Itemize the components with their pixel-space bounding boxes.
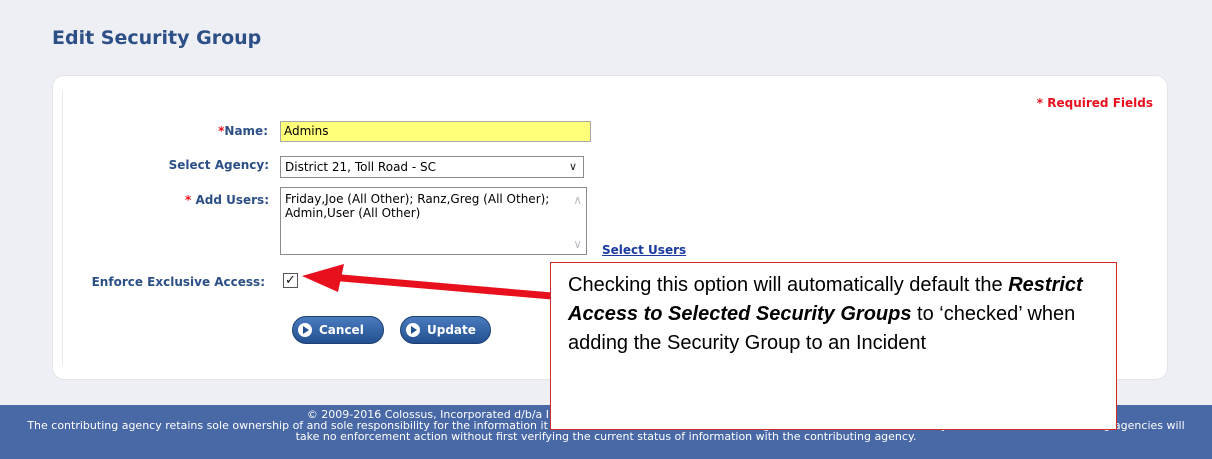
exclusive-access-checkbox[interactable]: ✓ <box>283 273 298 288</box>
page-title: Edit Security Group <box>52 27 262 49</box>
cancel-button[interactable]: Cancel <box>292 316 384 344</box>
add-users-label: * Add Users: <box>185 193 269 207</box>
agency-label: Select Agency: <box>168 158 269 172</box>
required-star: * <box>185 193 192 207</box>
play-icon <box>406 323 420 337</box>
required-fields-note: * Required Fields <box>1036 96 1153 110</box>
agency-select[interactable]: District 21, Toll Road - SC ∨ <box>280 156 584 178</box>
agency-selected-value: District 21, Toll Road - SC <box>285 160 436 174</box>
chevron-down-icon: ∨ <box>568 160 577 173</box>
annotation-callout: Checking this option will automatically … <box>550 262 1117 430</box>
update-button-label: Update <box>427 323 476 337</box>
users-text: Friday,Joe (All Other); Ranz,Greg (All O… <box>285 192 550 220</box>
play-icon <box>298 323 312 337</box>
callout-text-1: Checking this option will automatically … <box>568 274 1009 296</box>
name-label: *Name: <box>218 124 268 138</box>
cancel-button-label: Cancel <box>319 323 364 337</box>
footer-disclaimer-2: take no enforcement action without first… <box>295 431 917 442</box>
name-input[interactable]: Admins <box>280 121 591 142</box>
scroll-down-icon[interactable]: ∨ <box>573 237 582 251</box>
scroll-up-icon[interactable]: ∧ <box>573 193 582 207</box>
exclusive-access-label: Enforce Exclusive Access: <box>91 275 265 289</box>
annotation-arrow-icon <box>302 264 556 300</box>
update-button[interactable]: Update <box>400 316 491 344</box>
users-textarea[interactable]: Friday,Joe (All Other); Ranz,Greg (All O… <box>280 187 587 255</box>
panel-divider <box>62 91 63 365</box>
select-users-link[interactable]: Select Users <box>602 243 686 257</box>
